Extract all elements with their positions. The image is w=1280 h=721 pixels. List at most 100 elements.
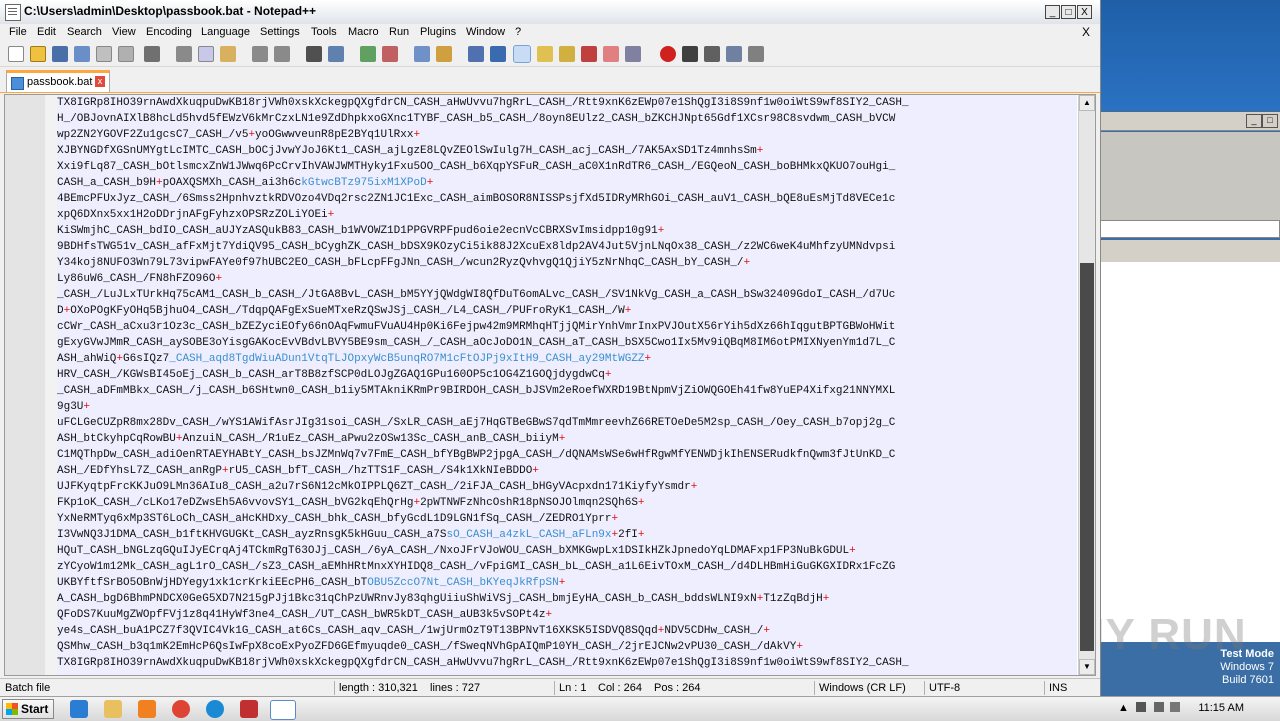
tab-close-icon[interactable]: x <box>95 76 105 87</box>
app-icon[interactable] <box>240 700 258 718</box>
code-line[interactable]: 9g3U+ <box>57 399 90 415</box>
save-macro-icon[interactable] <box>748 46 764 62</box>
code-line[interactable]: XJBYNGDfXGSnUMYgtLcIMTC_CASH_bOCjJvwYJoJ… <box>57 143 763 159</box>
close-file-icon[interactable] <box>96 46 112 62</box>
save-all-icon[interactable] <box>74 46 90 62</box>
code-line[interactable]: TX8IGRp8IHO39rnAwdXkuqpuDwKB18rjVWh0xskX… <box>57 655 909 671</box>
start-button[interactable]: Start <box>2 699 54 719</box>
menu-settings[interactable]: Settings <box>260 26 300 38</box>
paste-icon[interactable] <box>220 46 236 62</box>
menu-encoding[interactable]: Encoding <box>146 26 192 38</box>
open-folder-icon[interactable] <box>30 46 46 62</box>
print-icon[interactable] <box>144 46 160 62</box>
code-line[interactable]: ASH_/EDfYhsL7Z_CASH_anRgP+rU5_CASH_bfT_C… <box>57 463 539 479</box>
sync-horizontal-icon[interactable] <box>436 46 452 62</box>
code-line[interactable]: CASH_a_CASH_b9H+pOAXQSMXh_CASH_ai3h6ckGt… <box>57 175 433 191</box>
code-line[interactable]: Y34koj8NUFO3Wn79L73vipwFAYe0f97hUBC2EO_C… <box>57 255 750 271</box>
tray-volume-icon[interactable] <box>1170 702 1180 712</box>
document-map-icon[interactable] <box>537 46 553 62</box>
tray-up-arrow-icon[interactable]: ▲ <box>1118 702 1129 714</box>
redo-icon[interactable] <box>274 46 290 62</box>
code-line[interactable]: uFCLGeCUZpR8mx28Dv_CASH_/wYS1AWifAsrJIg3… <box>57 415 895 431</box>
chrome-icon[interactable] <box>172 700 190 718</box>
menu-window[interactable]: Window <box>466 26 505 38</box>
editor-pane[interactable]: TX8IGRp8IHO39rnAwdXkuqpuDwKB18rjVWh0xskX… <box>4 94 1096 676</box>
menu-edit[interactable]: Edit <box>37 26 56 38</box>
clock[interactable]: 11:15 AM <box>1198 702 1244 714</box>
close-all-icon[interactable] <box>118 46 134 62</box>
code-line[interactable]: FKp1oK_CASH_/cLKo17eDZwsEh5A6vvovSY1_CAS… <box>57 495 645 511</box>
scroll-up-arrow-icon[interactable]: ▲ <box>1079 95 1095 111</box>
tab-passbook-bat[interactable]: passbook.bat x <box>6 70 110 92</box>
menu-run[interactable]: Run <box>389 26 409 38</box>
view-icon[interactable] <box>625 46 641 62</box>
code-line[interactable]: C1MQThpDw_CASH_adiOenRTAEYHABtY_CASH_bsJ… <box>57 447 895 463</box>
notepad-app-icon[interactable] <box>5 4 21 21</box>
undo-icon[interactable] <box>252 46 268 62</box>
replace-icon[interactable] <box>328 46 344 62</box>
code-line[interactable]: QFoDS7KuuMgZWOpfFVj1z8q41HyWf3ne4_CASH_/… <box>57 607 552 623</box>
minimize-button[interactable]: _ <box>1045 5 1060 19</box>
zoom-in-icon[interactable] <box>360 46 376 62</box>
vertical-scrollbar[interactable]: ▲ ▼ <box>1078 95 1095 675</box>
tray-flag-icon[interactable] <box>1136 702 1146 712</box>
code-line[interactable]: UKBYftfSrBO5OBnWjHDYegy1xk1crKrkiEEcPH6_… <box>57 575 565 591</box>
media-player-icon[interactable] <box>138 700 156 718</box>
code-line[interactable]: 4BEmcPFUxJyz_CASH_/6Smss2HpnhvztkRDVOzo4… <box>57 191 895 207</box>
find-icon[interactable] <box>306 46 322 62</box>
edge-icon[interactable] <box>206 700 224 718</box>
menu-language[interactable]: Language <box>201 26 250 38</box>
tray-network-icon[interactable] <box>1154 702 1164 712</box>
code-line[interactable]: _CASH_aDFmMBkx_CASH_/j_CASH_b6SHtwn0_CAS… <box>57 383 895 399</box>
code-line[interactable]: ASH_btCkyhpCqRowBU +AnzuiN_CASH_/R1uEz_CA… <box>57 431 565 447</box>
code-line[interactable]: xpQ6DXnx5xx1H2oDDrjnAFgFyhzxOPSRzZOLiYOE… <box>57 207 334 223</box>
bg-minimize-button[interactable]: _ <box>1246 114 1262 128</box>
scroll-thumb[interactable] <box>1080 263 1094 651</box>
close-document-button[interactable]: X <box>1082 25 1090 39</box>
menu-help[interactable]: ? <box>515 26 521 38</box>
maximize-button[interactable]: □ <box>1061 5 1076 19</box>
code-line[interactable]: wp2ZN2YGOVF2Zu1gcsC7_CASH_/v5 +yoOGwwveun… <box>57 127 420 143</box>
code-line[interactable]: Xxi9fLq87_CASH_bOtlsmcxZnW1JWwq6PcCrvIhV… <box>57 159 895 175</box>
notepad-plus-plus-taskbar-icon[interactable] <box>270 700 296 720</box>
function-list-icon[interactable] <box>559 46 575 62</box>
code-line[interactable]: TX8IGRp8IHO39rnAwdXkuqpuDwKB18rjVWh0xskX… <box>57 95 909 111</box>
sync-vertical-icon[interactable] <box>414 46 430 62</box>
menu-plugins[interactable]: Plugins <box>420 26 456 38</box>
folder-as-workspace-icon[interactable] <box>581 46 597 62</box>
record-macro-icon[interactable] <box>660 46 676 62</box>
code-line[interactable]: QSMhw_CASH_b3q1mK2EmHcP6QsIwFpX8coExPyoZ… <box>57 639 803 655</box>
code-line[interactable]: _CASH_/LuJLxTUrkHq75cAM1_CASH_b_CASH_/Jt… <box>57 287 895 303</box>
show-all-characters-icon[interactable] <box>490 46 506 62</box>
code-line[interactable]: 9BDHfsTWG51v_CASH_afFxMjt7YdiQV95_CASH_b… <box>57 239 895 255</box>
code-line[interactable]: zYCyoW1m12Mk_CASH_agL1rO_CASH_/sZ3_CASH_… <box>57 559 895 575</box>
background-field[interactable] <box>1100 220 1280 238</box>
menu-view[interactable]: View <box>112 26 136 38</box>
menu-file[interactable]: File <box>9 26 27 38</box>
bg-restore-button[interactable]: □ <box>1262 114 1278 128</box>
code-line[interactable]: Ly86uW6_CASH_/FN8hFZO96O+ <box>57 271 222 287</box>
text-area[interactable]: TX8IGRp8IHO39rnAwdXkuqpuDwKB18rjVWh0xskX… <box>57 95 1077 675</box>
code-line[interactable]: YxNeRMTyq6xMp3ST6LoCh_CASH_aHcKHDxy_CASH… <box>57 511 618 527</box>
menu-tools[interactable]: Tools <box>311 26 337 38</box>
zoom-out-icon[interactable] <box>382 46 398 62</box>
code-line[interactable]: ASH_ahWiQ + G6sIQz7_CASH_aqd8TgdWiuADun1Vt… <box>57 351 651 367</box>
code-line[interactable]: ye4s_CASH_buA1PCZ7f3QVIC4Vk1G_CASH_at6Cs… <box>57 623 770 639</box>
code-line[interactable]: HRV_CASH_/KGWsBI45oEj_CASH_b_CASH_arT8B8… <box>57 367 612 383</box>
word-wrap-icon[interactable] <box>468 46 484 62</box>
title-bar[interactable]: C:\Users\admin\Desktop\passbook.bat - No… <box>0 0 1100 25</box>
code-line[interactable]: KiSWmjhC_CASH_bdIO_CASH_aUJYzASQukB83_CA… <box>57 223 664 239</box>
code-line[interactable]: cCWr_CASH_aCxu3r1Oz3c_CASH_bZEZyciEOfy66… <box>57 319 895 335</box>
monitoring-icon[interactable] <box>603 46 619 62</box>
code-line[interactable]: HQuT_CASH_bNGLzqGQuIJyECrqAj4TCkmRgT63OJ… <box>57 543 856 559</box>
playback-macro-icon[interactable] <box>704 46 720 62</box>
code-line[interactable]: gExyGVwJMmR_CASH_aySOBE3oYisgGAKocEvVBdv… <box>57 335 895 351</box>
menu-macro[interactable]: Macro <box>348 26 379 38</box>
close-button[interactable]: X <box>1077 5 1092 19</box>
code-line[interactable]: D +OXoPOgKFyOHq5BjhuO4_CASH_/TdqpQAFgExSu… <box>57 303 631 319</box>
run-macro-multiple-icon[interactable] <box>726 46 742 62</box>
cut-icon[interactable] <box>176 46 192 62</box>
copy-icon[interactable] <box>198 46 214 62</box>
code-line[interactable]: UJFKyqtpFrcKKJuO9LMn36AIu8_CASH_a2u7rS6N… <box>57 479 697 495</box>
indent-guide-icon[interactable] <box>513 45 531 63</box>
